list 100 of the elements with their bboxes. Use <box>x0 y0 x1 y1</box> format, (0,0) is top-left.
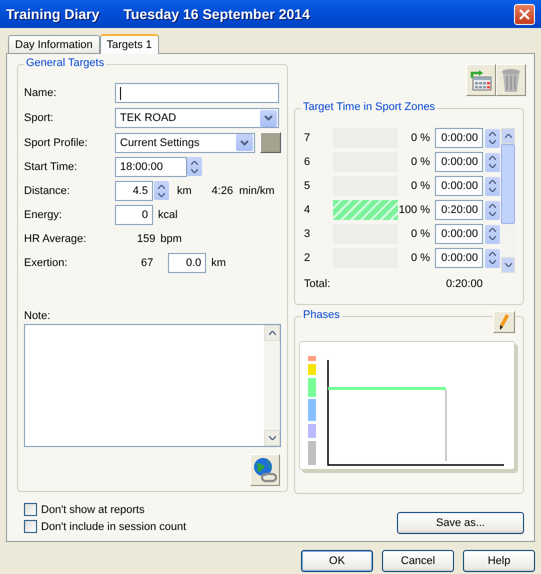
sport-dropdown[interactable]: TEK ROAD <box>115 108 279 128</box>
window-subtitle: Tuesday 16 September 2014 <box>123 6 310 22</box>
chevron-down-icon <box>504 263 512 267</box>
chevron-up-icon <box>268 331 276 335</box>
dialog-button[interactable]: Cancel <box>382 550 454 572</box>
dropdown-button[interactable] <box>260 110 277 126</box>
scrollbar[interactable] <box>264 325 280 446</box>
zone-legend-swatch <box>308 364 316 375</box>
chevron-down-icon <box>489 236 496 240</box>
zone-percent: 0 % <box>410 156 430 168</box>
pencil-icon <box>499 314 509 330</box>
dropdown-button[interactable] <box>236 134 253 151</box>
checkbox-label: Don't show at reports <box>41 504 145 516</box>
spin-button[interactable] <box>485 152 500 172</box>
checkbox[interactable] <box>24 520 37 533</box>
start-time-field[interactable]: 18:00:00 <box>115 156 187 176</box>
zone-label: 4 <box>304 204 312 216</box>
chevron-up-icon <box>504 134 512 138</box>
name-field[interactable] <box>115 83 279 103</box>
chevron-up-icon <box>489 156 496 160</box>
chevron-up-icon <box>489 180 496 184</box>
zone-legend-swatch <box>308 356 316 361</box>
close-button[interactable] <box>514 4 535 24</box>
zone-time-field[interactable]: 0:00:00 <box>435 224 483 244</box>
spin-button[interactable] <box>187 157 202 176</box>
tab[interactable]: Day Information <box>8 35 100 53</box>
note-field[interactable] <box>24 324 281 447</box>
zone-legend-swatch <box>308 399 316 421</box>
total-value: 0:20:00 <box>446 278 483 290</box>
color-swatch-button[interactable] <box>260 132 281 153</box>
exertion-value: 67 <box>141 256 154 268</box>
field-label: HR Average: <box>24 232 88 244</box>
chevron-up-icon <box>191 160 198 164</box>
note-label: Note: <box>24 310 50 322</box>
group-title: Target Time in Sport Zones <box>301 101 438 113</box>
spin-button[interactable] <box>485 176 500 196</box>
chevron-up-icon <box>489 228 496 232</box>
spin-button[interactable] <box>485 128 500 148</box>
zone-label: 6 <box>304 156 312 168</box>
zone-percent: 0 % <box>410 132 430 144</box>
trash-icon <box>501 67 521 93</box>
chevron-down-icon <box>268 436 276 440</box>
zone-bar <box>333 200 398 220</box>
spin-button[interactable] <box>485 248 500 268</box>
edit-button[interactable] <box>493 311 515 333</box>
zone-time-field[interactable]: 0:00:00 <box>435 128 483 148</box>
unit-label: kcal <box>158 208 178 220</box>
zone-legend-swatch <box>308 378 316 397</box>
zone-percent: 0 % <box>410 228 430 240</box>
dialog-button[interactable]: Help <box>463 550 535 572</box>
field-label: Distance: <box>24 184 71 196</box>
field-label: Sport Profile: <box>24 136 89 148</box>
chevron-down-icon <box>489 140 496 144</box>
close-icon <box>519 8 530 20</box>
unit-label: min/km <box>239 184 275 196</box>
chevron-down-icon <box>158 192 165 196</box>
chevron-down-icon <box>489 260 496 264</box>
checkbox[interactable] <box>24 503 37 516</box>
chevron-down-icon <box>191 168 198 172</box>
chevron-up-icon <box>489 204 496 208</box>
chevron-down-icon <box>264 115 273 121</box>
pace-value: 4:26 <box>212 184 234 196</box>
zone-label: 3 <box>304 228 312 240</box>
zone-time-field[interactable]: 0:00:00 <box>435 248 483 268</box>
zone-time-field[interactable]: 0:00:00 <box>435 176 483 196</box>
chevron-down-icon <box>489 212 496 216</box>
zone-time-field[interactable]: 0:00:00 <box>435 152 483 172</box>
energy-field[interactable]: 0 <box>115 204 153 224</box>
zone-percent: 0 % <box>410 252 430 264</box>
save-as-button[interactable]: Save as... <box>397 512 524 534</box>
sport-profile-dropdown[interactable]: Current Settings <box>115 132 255 152</box>
spin-button[interactable] <box>485 200 500 220</box>
tab[interactable]: Targets 1 <box>100 34 159 54</box>
chevron-up-icon <box>489 132 496 136</box>
unit-label: km <box>177 184 192 196</box>
zone-time-field[interactable]: 0:20:00 <box>435 200 483 220</box>
scrollbar[interactable] <box>501 128 515 273</box>
field-label: Sport: <box>24 112 54 124</box>
zone-label: 7 <box>304 132 312 144</box>
zone-percent: 100 % <box>398 204 430 216</box>
total-label: Total: <box>304 278 332 290</box>
field-label: Start Time: <box>24 160 78 172</box>
zone-legend-swatch <box>308 424 316 438</box>
chevron-down-icon <box>489 188 496 192</box>
distance-field[interactable]: 4.5 <box>115 180 153 200</box>
chevron-up-icon <box>158 184 165 188</box>
field-label: Exertion: <box>24 256 68 268</box>
globe-icon <box>253 457 277 483</box>
chevron-down-icon <box>240 140 249 146</box>
exertion-distance-field[interactable]: 0.0 <box>168 252 206 272</box>
zone-legend-swatch <box>308 441 316 465</box>
calendar-icon <box>469 69 493 91</box>
unit-label: km <box>211 256 226 268</box>
dialog-button[interactable]: OK <box>301 550 373 572</box>
delete-button[interactable] <box>496 64 526 96</box>
spin-button[interactable] <box>154 181 169 200</box>
copy-to-calendar-button[interactable] <box>466 64 496 96</box>
web-link-button[interactable] <box>250 454 280 486</box>
zone-label: 5 <box>304 180 312 192</box>
spin-button[interactable] <box>485 224 500 244</box>
